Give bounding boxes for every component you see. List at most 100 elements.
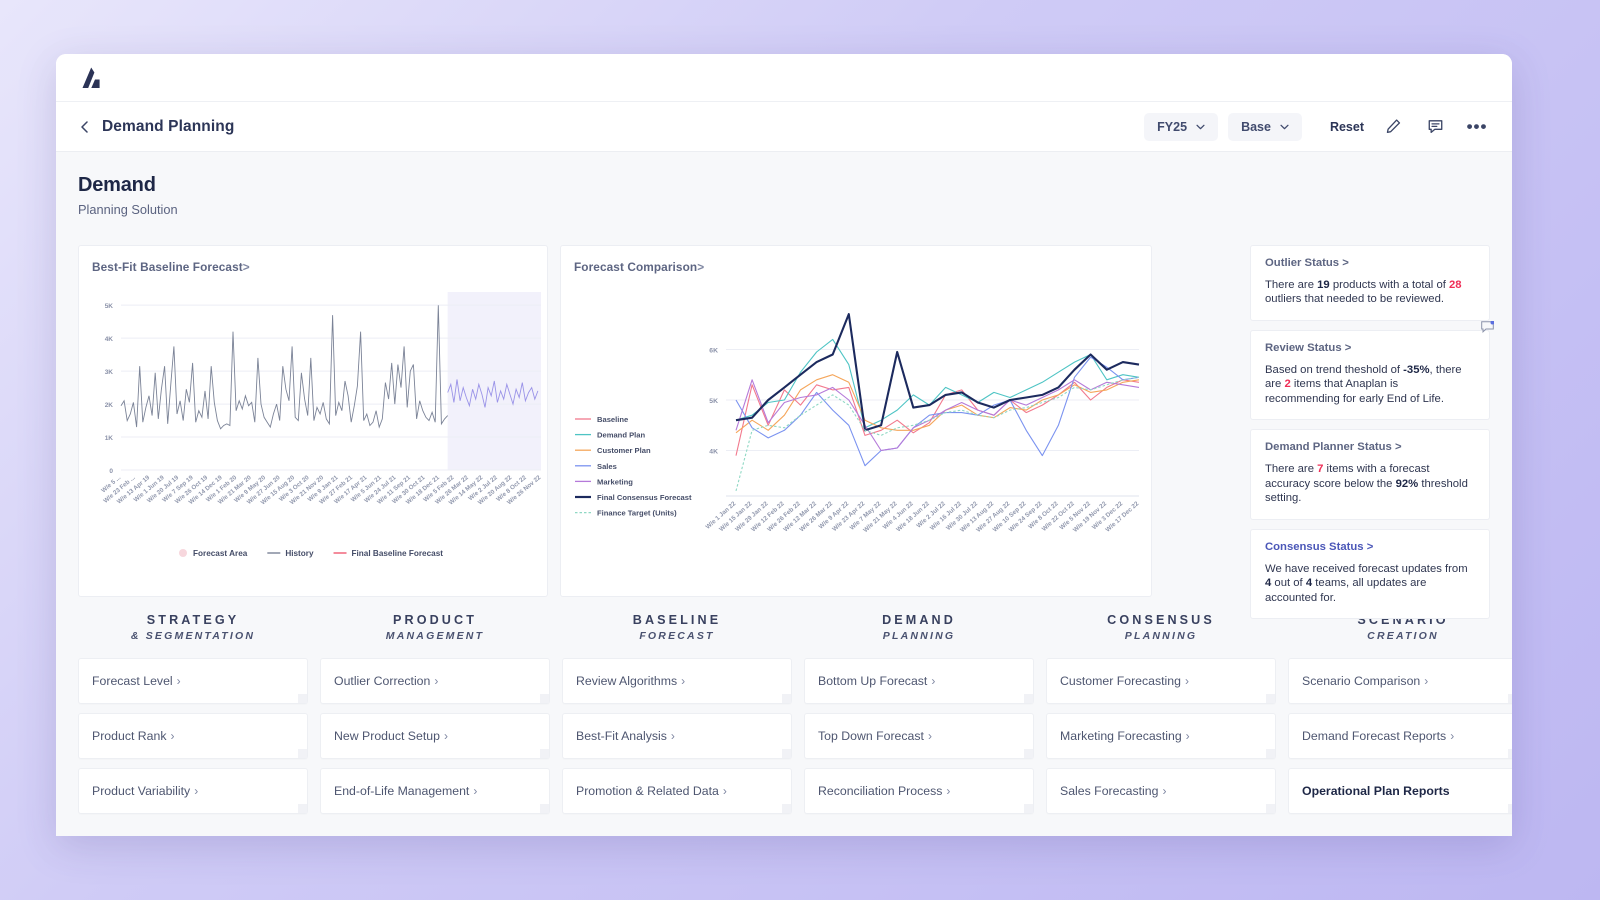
section-tile-label: Reconciliation Process xyxy=(818,784,942,798)
status-card[interactable]: Outlier Status > There are 19 products wi… xyxy=(1250,245,1490,321)
section-tile-label: Review Algorithms xyxy=(576,674,677,688)
comment-button[interactable] xyxy=(1422,114,1448,140)
status-text-fragment: We have received forecast updates from xyxy=(1265,563,1468,575)
chevron-right-icon: › xyxy=(671,729,675,743)
tile-resize-corner xyxy=(1508,749,1512,758)
status-text-fragment: Based on trend theshold of xyxy=(1265,364,1403,376)
status-card-title[interactable]: Outlier Status > xyxy=(1265,257,1475,269)
section-tile-label: Best-Fit Analysis xyxy=(576,729,667,743)
section-tile[interactable]: Promotion & Related Data› xyxy=(562,768,792,814)
section-tile-label: Top Down Forecast xyxy=(818,729,924,743)
section-tile[interactable]: Reconciliation Process › xyxy=(804,768,1034,814)
section-tile[interactable]: Demand Forecast Reports› xyxy=(1288,713,1512,759)
chevron-right-icon: › xyxy=(931,674,935,688)
app-window: Demand Planning FY25 Base Reset xyxy=(56,54,1512,836)
status-card-title[interactable]: Review Status > xyxy=(1265,342,1475,354)
section-tile-label: Sales Forecasting xyxy=(1060,784,1158,798)
legend-label: Forecast Area xyxy=(193,549,248,558)
section-tile[interactable]: New Product Setup› xyxy=(320,713,550,759)
section-tile[interactable]: Product Rank› xyxy=(78,713,308,759)
chart-a-ytick: 1K xyxy=(105,435,114,442)
section-column: DEMANDPLANNINGBottom Up Forecast›Top Dow… xyxy=(804,613,1034,823)
more-options-button[interactable]: ••• xyxy=(1464,114,1490,140)
section-tile[interactable]: Outlier Correction› xyxy=(320,658,550,704)
status-card-body: There are 19 products with a total of 28… xyxy=(1265,278,1475,307)
legend-label: History xyxy=(285,549,314,558)
forecast-comparison-card[interactable]: Forecast Comparison> 4K5K6KW/e 1 Jan 22W… xyxy=(560,245,1152,597)
section-tile[interactable]: Product Variability› xyxy=(78,768,308,814)
fiscal-year-selector[interactable]: FY25 xyxy=(1144,113,1218,141)
chart-a-history-line xyxy=(121,305,448,429)
section-tile[interactable]: Top Down Forecast› xyxy=(804,713,1034,759)
chevron-down-icon xyxy=(1196,124,1205,130)
section-column: PRODUCT MANAGEMENT Outlier Correction› New … xyxy=(320,613,550,823)
section-heading-bottom: FORECAST xyxy=(562,630,792,642)
section-tile[interactable]: Forecast Level› xyxy=(78,658,308,704)
section-tile[interactable]: Marketing Forecasting› xyxy=(1046,713,1276,759)
edit-button[interactable] xyxy=(1380,114,1406,140)
section-tile[interactable]: Operational Plan Reports xyxy=(1288,768,1512,814)
status-text-fragment: 92% xyxy=(1396,478,1419,490)
comment-badge-icon[interactable] xyxy=(1481,321,1494,333)
status-card-body: We have received forecast updates from 4… xyxy=(1265,562,1475,605)
chart-b-title[interactable]: Forecast Comparison> xyxy=(561,246,1151,274)
legend-swatch xyxy=(179,549,187,557)
section-heading-bottom: MANAGEMENT xyxy=(320,630,550,642)
status-text-fragment: 19 xyxy=(1317,279,1330,291)
section-column: STRATEGY& SEGMENTATION Forecast Level› Pro… xyxy=(78,613,308,823)
chevron-right-icon: > xyxy=(697,260,704,274)
section-heading: CONSENSUSPLANNING xyxy=(1046,613,1276,642)
section-column: BASELINEFORECASTReview Algorithms›Best-F… xyxy=(562,613,792,823)
section-tile-label: Marketing Forecasting xyxy=(1060,729,1182,743)
tile-resize-corner xyxy=(1024,694,1033,703)
chart-a-ytick: 4K xyxy=(105,336,114,343)
chevron-left-icon[interactable] xyxy=(78,120,92,134)
chart-a-title-text: Best-Fit Baseline Forecast xyxy=(92,260,243,274)
section-tile[interactable]: Sales Forecasting› xyxy=(1046,768,1276,814)
status-card[interactable]: Consensus Status > We have received forec… xyxy=(1250,529,1490,619)
status-card-title[interactable]: Demand Planner Status > xyxy=(1265,441,1475,453)
chart-a-title[interactable]: Best-Fit Baseline Forecast> xyxy=(79,246,547,274)
tile-resize-corner xyxy=(782,694,791,703)
top-nav: Demand Planning FY25 Base Reset xyxy=(56,102,1512,152)
legend-label: Customer Plan xyxy=(597,446,651,455)
section-heading-bottom: PLANNING xyxy=(1046,630,1276,642)
more-options-icon: ••• xyxy=(1467,118,1488,135)
section-column: CONSENSUSPLANNING Customer Forecasting› Ma… xyxy=(1046,613,1276,823)
status-card[interactable]: Demand Planner Status >There are 7 items… xyxy=(1250,429,1490,519)
chevron-right-icon: › xyxy=(946,784,950,798)
section-tile-label: Product Rank xyxy=(92,729,167,743)
section-tile[interactable]: Best-Fit Analysis › xyxy=(562,713,792,759)
chart-b-series-line xyxy=(736,375,1139,433)
section-heading-top: PRODUCT xyxy=(320,613,550,627)
section-tile[interactable]: Customer Forecasting› xyxy=(1046,658,1276,704)
section-tile[interactable]: End-of-Life Management› xyxy=(320,768,550,814)
status-card-title[interactable]: Consensus Status > xyxy=(1265,541,1475,553)
best-fit-baseline-forecast-card[interactable]: Best-Fit Baseline Forecast> 01K2K3K4K5KW… xyxy=(78,245,548,597)
legend-label: Final Baseline Forecast xyxy=(352,549,444,558)
section-tile[interactable]: Bottom Up Forecast› xyxy=(804,658,1034,704)
anaplan-logo[interactable] xyxy=(78,66,104,90)
section-tile-label: Promotion & Related Data xyxy=(576,784,719,798)
status-card-list: Outlier Status > There are 19 products wi… xyxy=(1250,245,1490,597)
tile-resize-corner xyxy=(540,694,549,703)
logo-bar xyxy=(56,54,1512,102)
section-heading: STRATEGY& SEGMENTATION xyxy=(78,613,308,642)
chart-b-title-text: Forecast Comparison xyxy=(574,260,697,274)
chevron-right-icon: › xyxy=(434,674,438,688)
status-card[interactable]: Review Status > Based on trend theshold o… xyxy=(1250,330,1490,420)
section-tile-label: Demand Forecast Reports xyxy=(1302,729,1446,743)
chevron-right-icon: › xyxy=(177,674,181,688)
section-heading: BASELINEFORECAST xyxy=(562,613,792,642)
tile-resize-corner xyxy=(298,694,307,703)
section-heading-bottom: PLANNING xyxy=(804,630,1034,642)
page-breadcrumb-title: Demand Planning xyxy=(102,118,234,136)
section-tile-label: Operational Plan Reports xyxy=(1302,784,1450,798)
legend-label: Finance Target (Units) xyxy=(597,509,677,518)
section-tile-label: New Product Setup xyxy=(334,729,440,743)
section-tile[interactable]: Review Algorithms› xyxy=(562,658,792,704)
tile-resize-corner xyxy=(298,804,307,813)
section-tile[interactable]: Scenario Comparison› xyxy=(1288,658,1512,704)
reset-button[interactable]: Reset xyxy=(1330,120,1364,134)
version-selector[interactable]: Base xyxy=(1228,113,1302,141)
